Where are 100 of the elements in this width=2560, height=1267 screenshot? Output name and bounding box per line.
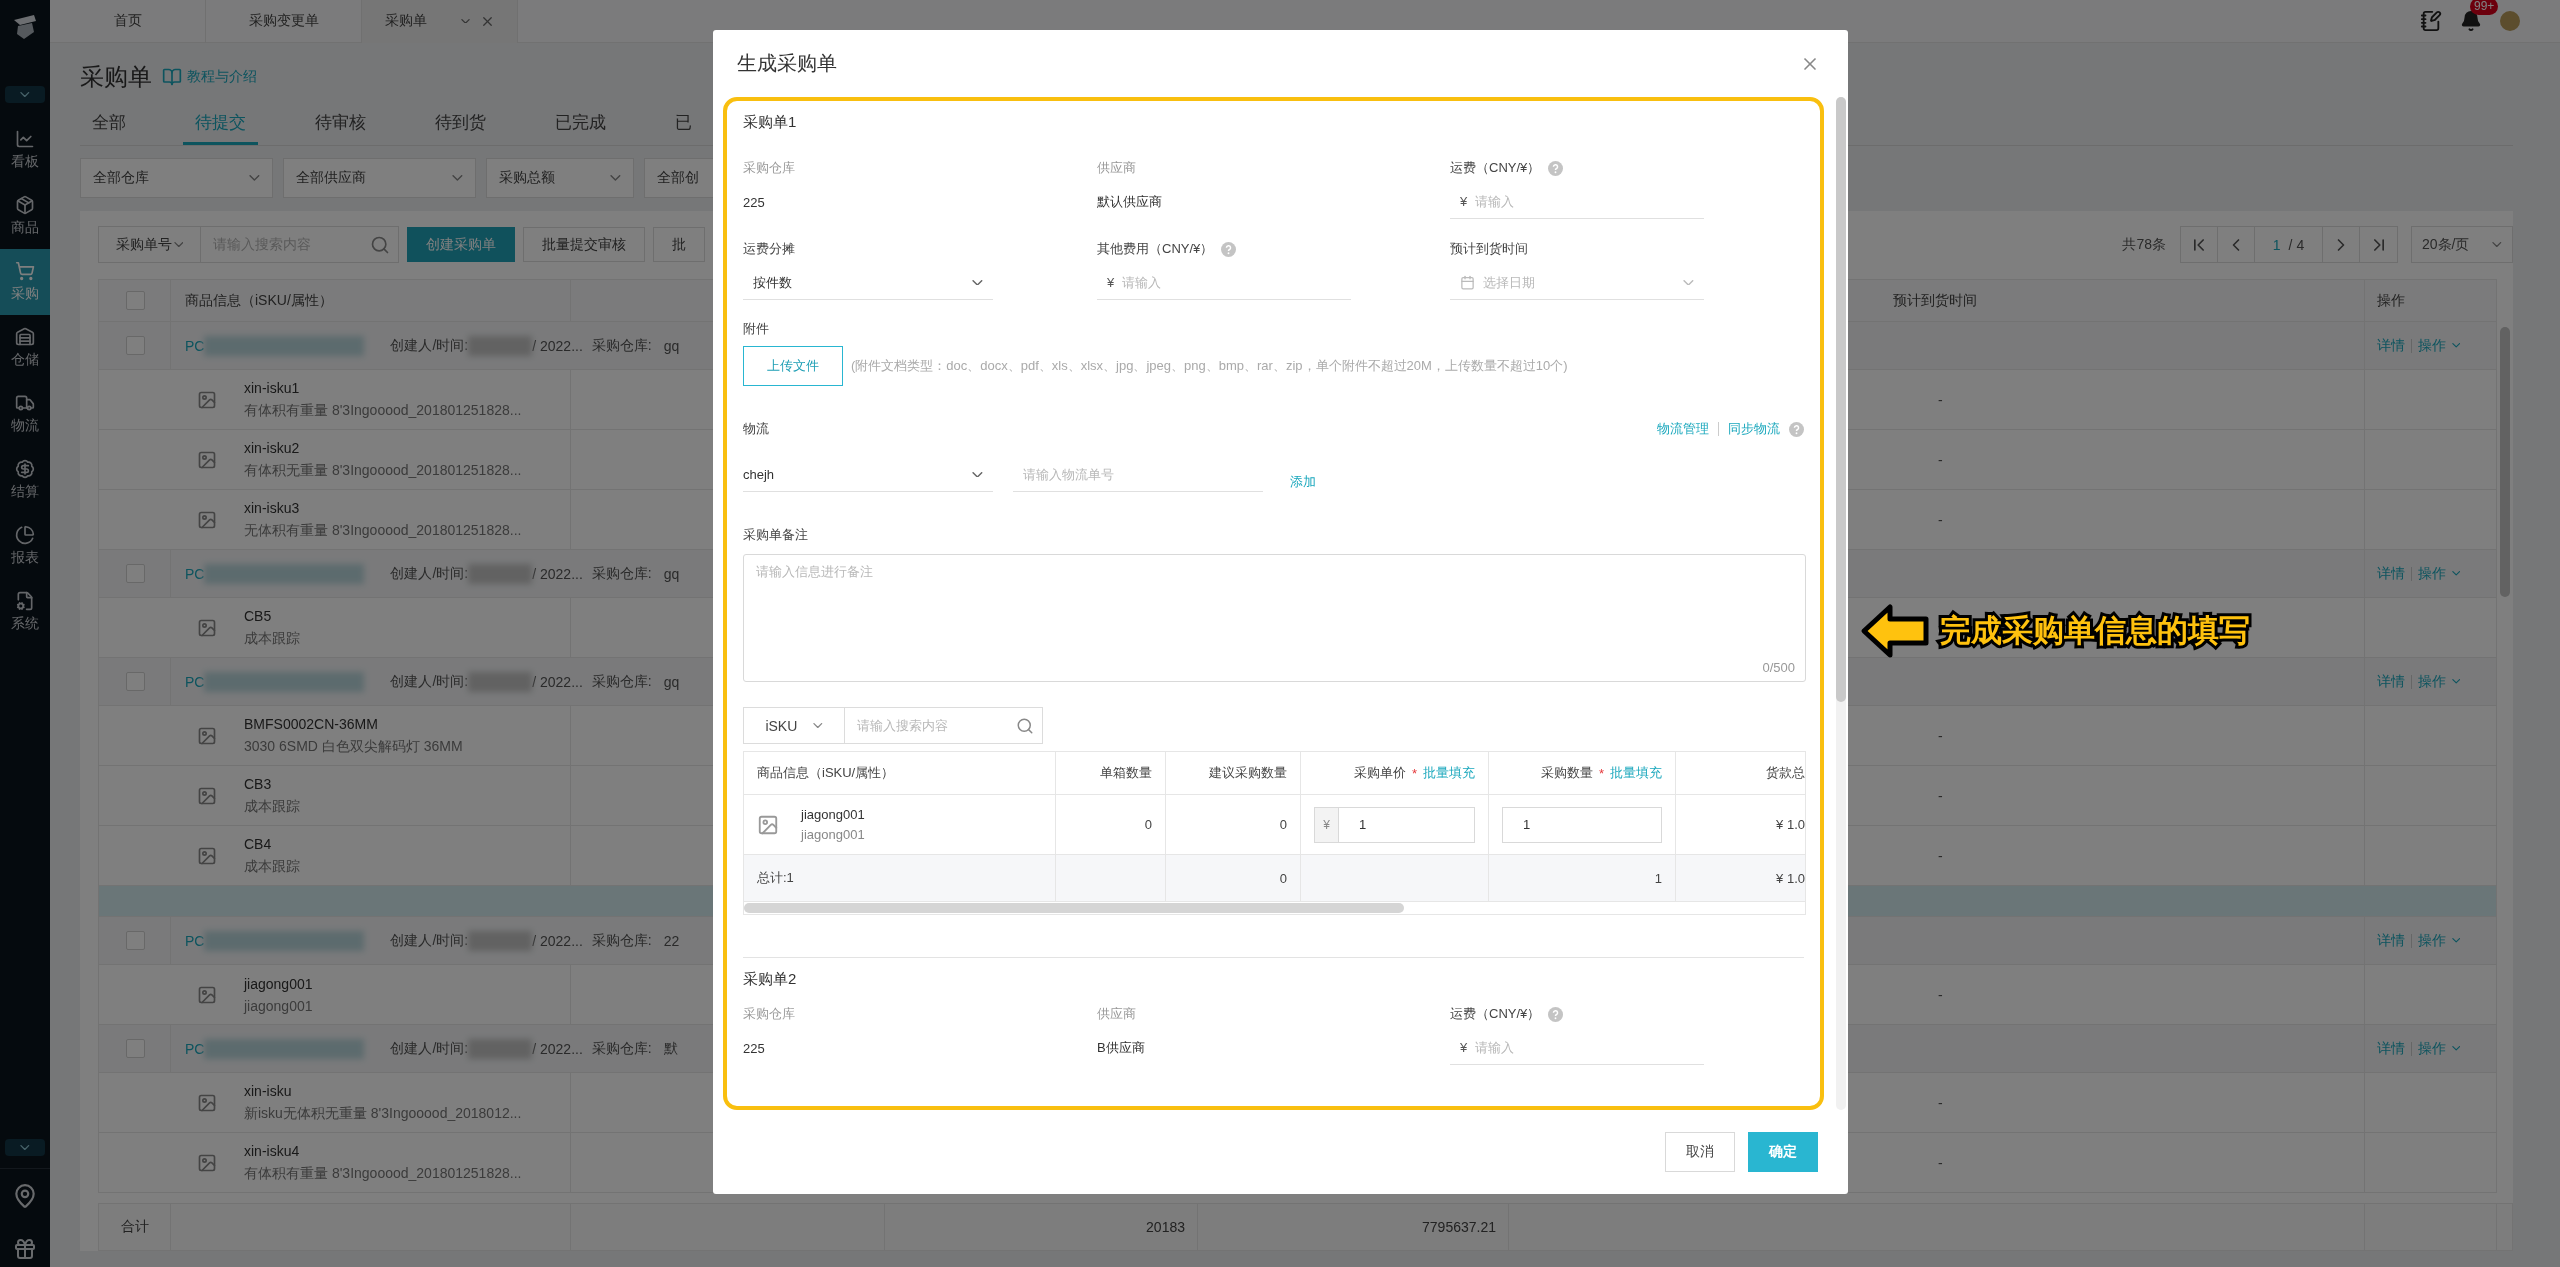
date-picker[interactable]: 选择日期: [1450, 266, 1704, 300]
details-link[interactable]: 详情: [2377, 564, 2405, 583]
sidebar-item[interactable]: 看板: [0, 117, 50, 183]
filter-select[interactable]: 全部供应商: [283, 158, 476, 198]
image-placeholder-icon: [197, 785, 217, 806]
table-cell: 0: [1166, 855, 1301, 902]
details-link[interactable]: 详情: [2377, 336, 2405, 355]
sidebar-item[interactable]: 采购: [0, 249, 50, 315]
product-attributes: 有体积无重量 8'3Ingooood_201801251828...: [244, 461, 522, 480]
amount-input[interactable]: ¥ 请输入: [1450, 1031, 1704, 1065]
order-number-link[interactable]: PC: [185, 673, 205, 690]
product-attributes: 有体积有重量 8'3Ingooood_201801251828...: [244, 1164, 522, 1183]
select-field[interactable]: 按件数: [743, 266, 993, 300]
product-sku: CB5: [244, 607, 273, 624]
truck-icon: [15, 393, 35, 413]
notes-icon[interactable]: [2420, 10, 2442, 32]
arrival-time-cell: -: [1938, 727, 1943, 744]
pin-icon[interactable]: [12, 1183, 38, 1209]
order-number-link[interactable]: PC: [185, 1040, 205, 1057]
price-input[interactable]: ¥ 1: [1314, 806, 1475, 843]
sidebar-item[interactable]: 物流: [0, 381, 50, 447]
creator-label: 创建人/时间:: [390, 672, 469, 691]
remarks-textarea[interactable]: 请输入信息进行备注 0/500: [743, 554, 1806, 682]
chevron-down-icon: [2452, 571, 2461, 576]
logistics-link[interactable]: 物流管理: [1657, 420, 1709, 438]
add-link[interactable]: 添加: [1290, 473, 1316, 491]
current-page[interactable]: 1: [2272, 236, 2281, 253]
column-header: 采购单价 * 批量填充: [1301, 752, 1489, 795]
sidebar-item[interactable]: 系统: [0, 579, 50, 645]
page-tab[interactable]: 首页: [50, 0, 206, 43]
actions-dropdown[interactable]: 操作: [2418, 564, 2461, 583]
status-tab[interactable]: 全部: [80, 103, 138, 145]
creator-label: 创建人/时间:: [390, 1039, 469, 1058]
actions-dropdown[interactable]: 操作: [2418, 931, 2461, 950]
batch-fill-link[interactable]: 批量填充: [1610, 764, 1662, 782]
image-placeholder-icon: [197, 1152, 217, 1173]
sidebar-item[interactable]: 报表: [0, 513, 50, 579]
scrollbar-thumb[interactable]: [1836, 97, 1846, 702]
field-label: 物流: [743, 420, 769, 438]
page-size-select[interactable]: 20条/页: [2411, 226, 2513, 263]
status-tab[interactable]: 待到货: [423, 103, 498, 145]
product-sku: BMFS0002CN-36MM: [244, 715, 379, 732]
amount-input[interactable]: ¥ 请输入: [1450, 185, 1704, 219]
product-attributes: 新isku无体积无重量 8'3Ingooood_2018012...: [244, 1104, 522, 1123]
arrival-time-cell: -: [1938, 511, 1943, 528]
filter-select[interactable]: 全部仓库: [80, 158, 273, 198]
upload-hint: (附件文档类型：doc、docx、pdf、xls、xlsx、jpg、jpeg、png、bmp、rar、zip，单个附件不超过20M，上传数量不超过10个): [851, 357, 1568, 375]
sidebar-item[interactable]: 商品: [0, 183, 50, 249]
confirm-button[interactable]: 确定: [1748, 1132, 1818, 1172]
product-sku: xin-isku: [244, 1082, 293, 1099]
collapse-button[interactable]: [5, 86, 45, 103]
tutorial-link[interactable]: 教程与介绍: [162, 67, 257, 87]
filter-select[interactable]: 采购总额: [486, 158, 634, 198]
toolbar-button[interactable]: 批量提交审核: [523, 227, 645, 262]
upload-button[interactable]: 上传文件: [743, 346, 843, 386]
product-sku: xin-isku4: [244, 1142, 301, 1159]
avatar[interactable]: [2500, 11, 2520, 31]
status-tab[interactable]: 已: [663, 103, 704, 145]
chevron-down-icon: [249, 175, 260, 181]
redacted-blur: [468, 1038, 533, 1059]
order-number-link[interactable]: PC: [185, 337, 205, 354]
batch-fill-link[interactable]: 批量填充: [1423, 764, 1475, 782]
status-tab[interactable]: 已完成: [543, 103, 618, 145]
table-cell: 1: [1489, 855, 1676, 902]
field-label: 附件: [743, 321, 769, 336]
details-link[interactable]: 详情: [2377, 672, 2405, 691]
actions-dropdown[interactable]: 操作: [2418, 336, 2461, 355]
product-attributes: 成本跟踪: [244, 797, 300, 816]
order-number-link[interactable]: PC: [185, 932, 205, 949]
tracking-number-input[interactable]: 请输入物流单号: [1013, 458, 1263, 492]
details-link[interactable]: 详情: [2377, 1039, 2405, 1058]
amount-input[interactable]: ¥ 请输入: [1097, 266, 1351, 300]
toolbar-button[interactable]: 创建采购单: [407, 227, 515, 262]
actions-dropdown[interactable]: 操作: [2418, 1039, 2461, 1058]
cancel-button[interactable]: 取消: [1665, 1132, 1735, 1172]
page-tab[interactable]: 采购单: [362, 0, 518, 43]
warehouse-label: 采购仓库:: [591, 336, 652, 355]
toolbar-button[interactable]: 批: [653, 227, 705, 262]
scrollbar-thumb[interactable]: [744, 903, 1404, 913]
status-tab[interactable]: 待审核: [303, 103, 378, 145]
carrier-select[interactable]: chejh: [743, 458, 993, 492]
expand-button[interactable]: [5, 1139, 45, 1156]
status-tab[interactable]: 待提交: [183, 103, 258, 145]
image-placeholder-icon: [197, 1092, 217, 1113]
scrollbar-thumb[interactable]: [2500, 327, 2510, 597]
gift-icon[interactable]: [13, 1237, 37, 1261]
actions-dropdown[interactable]: 操作: [2418, 672, 2461, 691]
sidebar-item[interactable]: 结算: [0, 447, 50, 513]
dollar-badge-icon: [15, 459, 35, 479]
order-number-link[interactable]: PC: [185, 565, 205, 582]
details-link[interactable]: 详情: [2377, 931, 2405, 950]
logistics-link[interactable]: 同步物流: [1728, 420, 1780, 438]
chevron-down-icon: [20, 91, 30, 98]
quantity-input[interactable]: 1: [1502, 806, 1662, 843]
notification-icon[interactable]: [2460, 10, 2482, 32]
chevron-down-icon: [2452, 679, 2461, 684]
filter-select[interactable]: 全部创: [644, 158, 714, 198]
chevron-down-icon: [2452, 1046, 2461, 1051]
sidebar-item[interactable]: 仓储: [0, 315, 50, 381]
arrival-time-cell: -: [1938, 451, 1943, 468]
